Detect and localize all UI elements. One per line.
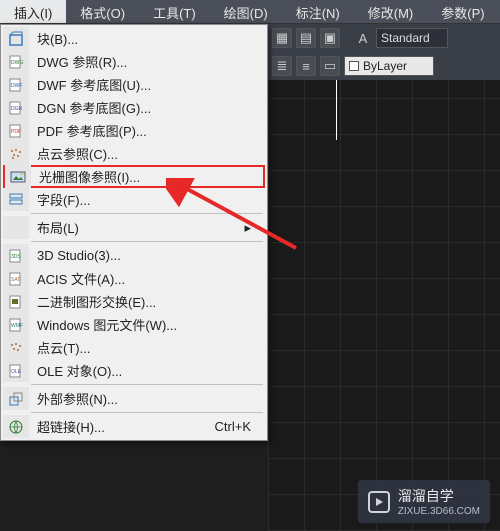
menu-item-layout[interactable]: 布局(L) ▸: [3, 216, 265, 239]
text-style-icon: A: [354, 29, 372, 47]
menu-item-pdf-underlay[interactable]: PDF PDF 参考底图(P)...: [3, 119, 265, 142]
menu-label: 点云参照(C)...: [29, 144, 265, 163]
submenu-arrow-icon: ▸: [244, 220, 265, 236]
menu-label: 3D Studio(3)...: [29, 248, 265, 263]
menu-label: 光栅图像参照(I)...: [31, 167, 263, 186]
svg-text:DGN: DGN: [11, 106, 23, 112]
menu-separator: [31, 384, 263, 385]
svg-text:SAT: SAT: [11, 277, 20, 283]
svg-text:DWF: DWF: [11, 83, 22, 89]
ole-icon: OLE: [8, 363, 24, 379]
svg-text:OLE: OLE: [11, 369, 22, 375]
menu-label: DWF 参考底图(U)...: [29, 75, 265, 94]
menu-label: 超链接(H)...: [29, 417, 215, 436]
menu-label: DGN 参考底图(G)...: [29, 98, 265, 117]
menu-item-3dstudio[interactable]: 3DS 3D Studio(3)...: [3, 244, 265, 267]
wmf-icon: WMF: [8, 317, 24, 333]
text-style-select[interactable]: Standard: [376, 28, 448, 48]
menu-label: 布局(L): [29, 218, 244, 237]
dwf-icon: DWF: [8, 77, 24, 93]
menu-label: OLE 对象(O)...: [29, 361, 265, 380]
point-cloud-icon: [8, 146, 24, 162]
toolbar-button[interactable]: ▣: [320, 28, 340, 48]
menu-label: 二进制图形交换(E)...: [29, 292, 265, 311]
menu-item-field[interactable]: 字段(F)...: [3, 188, 265, 211]
menu-tools[interactable]: 工具(T): [139, 0, 210, 23]
menu-modify[interactable]: 修改(M): [354, 0, 428, 23]
insert-dropdown: 块(B)... DWG DWG 参照(R)... DWF DWF 参考底图(U)…: [0, 24, 268, 441]
grid-area[interactable]: [268, 80, 500, 531]
field-icon: [8, 192, 24, 208]
menu-label: ACIS 文件(A)...: [29, 269, 265, 288]
3ds-icon: 3DS: [8, 248, 24, 264]
menu-separator: [31, 412, 263, 413]
menu-draw[interactable]: 绘图(D): [210, 0, 282, 23]
menu-label: 字段(F)...: [29, 190, 265, 209]
svg-text:WMF: WMF: [11, 323, 23, 329]
menu-label: DWG 参照(R)...: [29, 52, 265, 71]
menu-item-xref[interactable]: 外部参照(N)...: [3, 387, 265, 410]
menu-label: 外部参照(N)...: [29, 389, 265, 408]
menu-separator: [31, 213, 263, 214]
acis-icon: SAT: [8, 271, 24, 287]
menu-item-ole[interactable]: OLE OLE 对象(O)...: [3, 359, 265, 382]
point-cloud-icon: [8, 340, 24, 356]
menu-item-dgn-underlay[interactable]: DGN DGN 参考底图(G)...: [3, 96, 265, 119]
xref-icon: [8, 391, 24, 407]
toolbar-button[interactable]: ▭: [320, 56, 340, 76]
play-icon: [368, 491, 390, 513]
watermark-sub: ZIXUE.3D66.COM: [398, 506, 480, 517]
layer-select[interactable]: ByLayer: [344, 56, 434, 76]
toolbar-button[interactable]: ▤: [296, 28, 316, 48]
dwg-icon: DWG: [8, 54, 24, 70]
hyperlink-icon: [8, 419, 24, 435]
menu-separator: [31, 241, 263, 242]
menubar: 插入(I) 格式(O) 工具(T) 绘图(D) 标注(N) 修改(M) 参数(P…: [0, 0, 500, 24]
menu-item-point-cloud[interactable]: 点云(T)...: [3, 336, 265, 359]
toolbar: ▦ ▤ ▣ A Standard ≣ ≡ ▭ ByLayer: [268, 24, 500, 80]
toolbar-button[interactable]: ▦: [272, 28, 292, 48]
menu-parametric[interactable]: 参数(P): [427, 0, 498, 23]
menu-item-acis[interactable]: SAT ACIS 文件(A)...: [3, 267, 265, 290]
raster-image-icon: [10, 169, 26, 185]
menu-item-point-cloud-ref[interactable]: 点云参照(C)...: [3, 142, 265, 165]
crosshair-vertical: [336, 80, 337, 140]
menu-dimension[interactable]: 标注(N): [282, 0, 354, 23]
menu-shortcut: Ctrl+K: [215, 419, 265, 434]
block-icon: [8, 31, 24, 47]
menu-item-wmf[interactable]: WMF Windows 图元文件(W)...: [3, 313, 265, 336]
dxb-icon: [8, 294, 24, 310]
svg-text:PDF: PDF: [11, 129, 21, 135]
menu-item-hyperlink[interactable]: 超链接(H)... Ctrl+K: [3, 415, 265, 438]
menu-format[interactable]: 格式(O): [66, 0, 139, 23]
toolbar-button[interactable]: ≣: [272, 56, 292, 76]
pdf-icon: PDF: [8, 123, 24, 139]
menu-label: 块(B)...: [29, 29, 265, 48]
menu-insert[interactable]: 插入(I): [0, 0, 66, 23]
menu-item-binary-exchange[interactable]: 二进制图形交换(E)...: [3, 290, 265, 313]
toolbar-button[interactable]: ≡: [296, 56, 316, 76]
menu-label: 点云(T)...: [29, 338, 265, 357]
dgn-icon: DGN: [8, 100, 24, 116]
watermark-title: 溜溜自学: [398, 488, 454, 504]
menu-item-block[interactable]: 块(B)...: [3, 27, 265, 50]
menu-item-dwg-ref[interactable]: DWG DWG 参照(R)...: [3, 50, 265, 73]
menu-label: Windows 图元文件(W)...: [29, 315, 265, 334]
svg-text:3DS: 3DS: [11, 254, 21, 260]
menu-item-dwf-underlay[interactable]: DWF DWF 参考底图(U)...: [3, 73, 265, 96]
svg-text:DWG: DWG: [11, 60, 23, 66]
menu-label: PDF 参考底图(P)...: [29, 121, 265, 140]
watermark: 溜溜自学 ZIXUE.3D66.COM: [358, 480, 490, 523]
menu-item-raster-image-ref[interactable]: 光栅图像参照(I)...: [3, 165, 265, 188]
